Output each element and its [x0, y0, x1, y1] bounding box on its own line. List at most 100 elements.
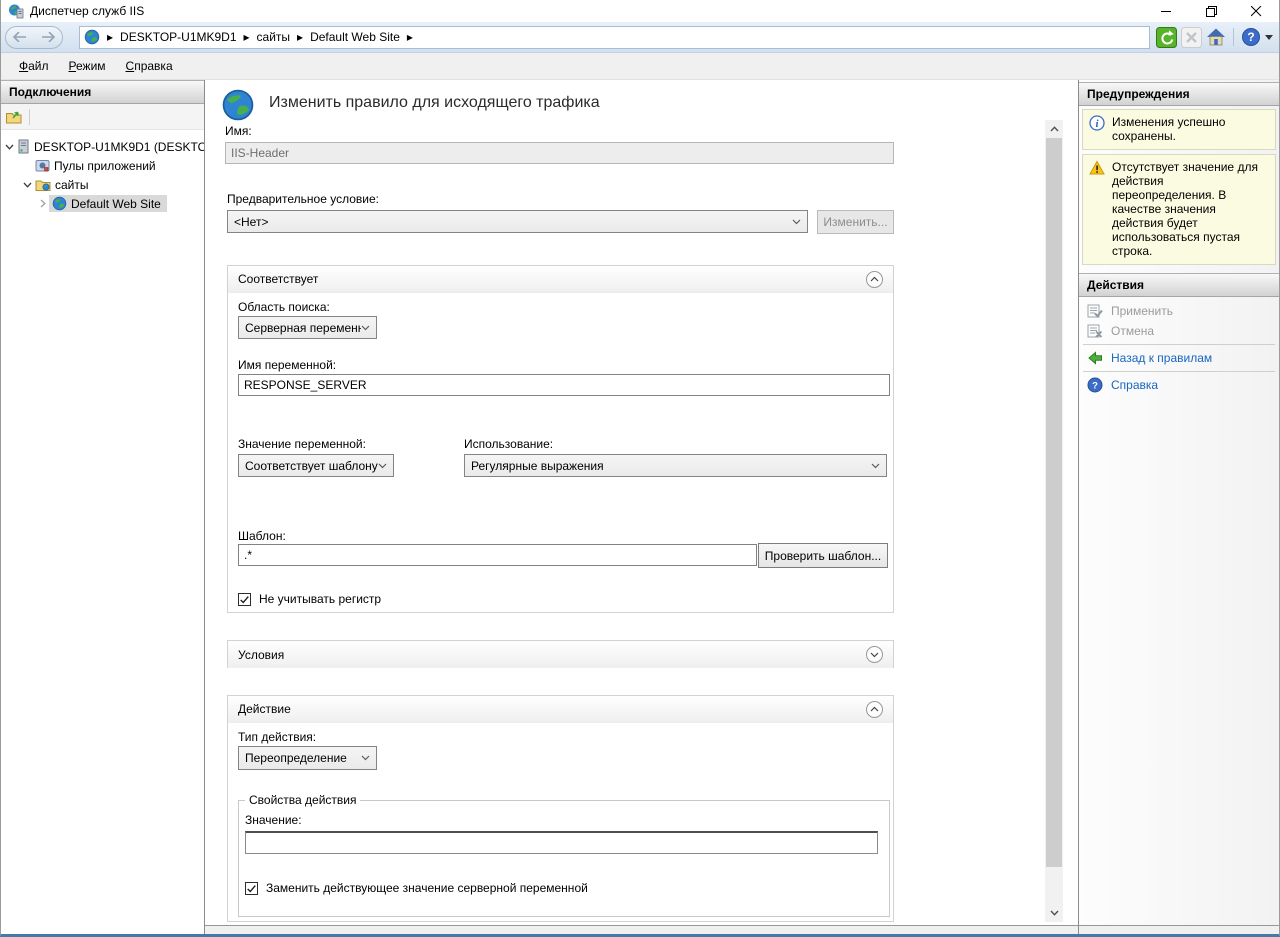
breadcrumb-item-sites[interactable]: сайты: [257, 30, 291, 44]
cancel-action[interactable]: Отмена: [1079, 321, 1279, 341]
iis-app-icon: [8, 3, 24, 19]
expander-open-icon[interactable]: [5, 144, 14, 150]
action-type-select[interactable]: Переопределение: [238, 746, 377, 770]
minimize-button[interactable]: [1144, 0, 1189, 22]
usage-select[interactable]: Регулярные выражения: [464, 454, 887, 477]
expander-open-icon[interactable]: [21, 182, 33, 188]
scroll-down-icon[interactable]: [1045, 904, 1063, 922]
selected-tree-item[interactable]: Default Web Site: [49, 195, 167, 212]
title-bar: Диспетчер служб IIS: [1, 0, 1279, 22]
vertical-scrollbar[interactable]: [1045, 120, 1063, 922]
scope-select[interactable]: Серверная переменн: [238, 316, 377, 339]
collapse-icon[interactable]: [866, 271, 883, 288]
action-section: Действие Тип действия: Переопределение С…: [227, 695, 894, 922]
replace-value-checkbox[interactable]: Заменить действующее значение серверной …: [245, 881, 588, 895]
match-section: Соответствует Область поиска: Серверная …: [227, 265, 894, 613]
iis-manager-window: Диспетчер служб IIS ▸ DESKTOP-U1: [0, 0, 1280, 937]
menu-help[interactable]: Справка: [116, 55, 183, 77]
connections-header: Подключения: [1, 80, 204, 104]
action-value-input[interactable]: [245, 831, 878, 854]
home-icon[interactable]: [1206, 27, 1226, 47]
test-pattern-button[interactable]: Проверить шаблон...: [758, 543, 888, 568]
variable-name-label: Имя переменной:: [238, 358, 336, 372]
alert-warning: Отсутствует значение для действия переоп…: [1082, 154, 1276, 265]
action-properties-legend: Свойства действия: [245, 793, 360, 807]
chevron-down-icon: [792, 219, 801, 225]
warning-icon: [1089, 160, 1105, 176]
chevron-down-icon: [378, 463, 387, 469]
expand-icon[interactable]: [866, 646, 883, 663]
chevron-down-icon[interactable]: [1265, 35, 1273, 40]
tree-item-sites[interactable]: сайты: [1, 175, 204, 194]
svg-text:?: ?: [1247, 30, 1254, 44]
tree-item-label: Default Web Site: [71, 197, 161, 211]
close-button[interactable]: [1234, 0, 1279, 22]
alert-text: Отсутствует значение для действия переоп…: [1112, 160, 1266, 258]
checkbox-checked-icon[interactable]: [238, 593, 251, 606]
variable-name-input[interactable]: [238, 374, 890, 396]
precondition-label: Предварительное условие:: [227, 192, 379, 206]
breadcrumb-item-server[interactable]: DESKTOP-U1MK9D1: [120, 30, 236, 44]
collapse-icon[interactable]: [866, 701, 883, 718]
name-label: Имя:: [225, 124, 252, 138]
tree-item-default-web-site[interactable]: Default Web Site: [1, 194, 204, 213]
right-panel: Предупреждения i Изменения успешно сохра…: [1079, 80, 1279, 934]
help-icon[interactable]: ?: [1241, 27, 1261, 47]
apply-action[interactable]: Применить: [1079, 301, 1279, 321]
action-type-value: Переопределение: [245, 751, 361, 765]
page-bottom-strip: [205, 925, 1078, 934]
toolbar-divider: [29, 109, 30, 125]
action-section-header[interactable]: Действие: [228, 696, 893, 723]
name-input[interactable]: [225, 142, 894, 164]
page-title: Изменить правило для исходящего трафика: [269, 94, 600, 112]
restore-button[interactable]: [1189, 0, 1234, 22]
precondition-value: <Нет>: [234, 215, 792, 229]
variable-value-select[interactable]: Соответствует шаблону: [238, 454, 394, 477]
back-icon[interactable]: [13, 32, 27, 42]
variable-value-label: Значение переменной:: [238, 437, 366, 451]
action-section-title: Действие: [238, 702, 291, 716]
tree-item-server[interactable]: DESKTOP-U1MK9D1 (DESKTOI: [1, 137, 204, 156]
help-action[interactable]: ? Справка: [1079, 375, 1279, 395]
cancel-label: Отмена: [1111, 324, 1154, 338]
conditions-section-title: Условия: [238, 648, 284, 662]
address-bar: ▸ DESKTOP-U1MK9D1 ▸ сайты ▸ Default Web …: [1, 22, 1279, 53]
connections-toolbar: [1, 104, 204, 130]
window-title: Диспетчер служб IIS: [30, 4, 1144, 18]
tree-item-label: Пулы приложений: [54, 159, 156, 173]
edit-precondition-button[interactable]: Изменить...: [817, 210, 894, 234]
checkbox-checked-icon[interactable]: [245, 882, 258, 895]
sites-folder-icon: [35, 178, 51, 192]
connections-tree: DESKTOP-U1MK9D1 (DESKTOI Пулы приложений: [1, 130, 204, 213]
globe-icon[interactable]: [84, 29, 100, 45]
usage-label: Использование:: [464, 437, 553, 451]
tree-item-label: сайты: [55, 178, 89, 192]
menu-bar: Файл Режим Справка: [1, 53, 1279, 80]
conditions-section-header[interactable]: Условия: [228, 641, 893, 668]
menu-file[interactable]: Файл: [9, 55, 59, 77]
globe-icon: [221, 88, 255, 122]
tree-item-app-pools[interactable]: Пулы приложений: [1, 156, 204, 175]
alert-info: i Изменения успешно сохранены.: [1082, 109, 1276, 150]
refresh-icon[interactable]: [1156, 27, 1177, 48]
match-section-header[interactable]: Соответствует: [228, 266, 893, 293]
chevron-down-icon: [361, 755, 370, 761]
scrollbar-thumb[interactable]: [1046, 138, 1062, 867]
pattern-input[interactable]: [238, 544, 757, 566]
scroll-up-icon[interactable]: [1045, 120, 1063, 138]
menu-view[interactable]: Режим: [59, 55, 116, 77]
action-type-label: Тип действия:: [238, 730, 316, 744]
apply-icon: [1087, 303, 1103, 319]
breadcrumb-item-default-web-site[interactable]: Default Web Site: [310, 30, 400, 44]
actions-divider: [1083, 344, 1275, 345]
breadcrumb-separator-icon: ▸: [244, 30, 250, 44]
stop-icon[interactable]: [1181, 27, 1202, 48]
expander-closed-icon[interactable]: [37, 199, 49, 208]
forward-icon[interactable]: [41, 32, 55, 42]
app-pools-icon: [35, 158, 50, 173]
precondition-select[interactable]: <Нет>: [227, 210, 808, 233]
ignore-case-checkbox[interactable]: Не учитывать регистр: [238, 592, 381, 606]
save-connection-icon[interactable]: [5, 108, 23, 126]
breadcrumb-separator-icon: ▸: [107, 30, 113, 44]
back-to-rules-action[interactable]: Назад к правилам: [1079, 348, 1279, 368]
